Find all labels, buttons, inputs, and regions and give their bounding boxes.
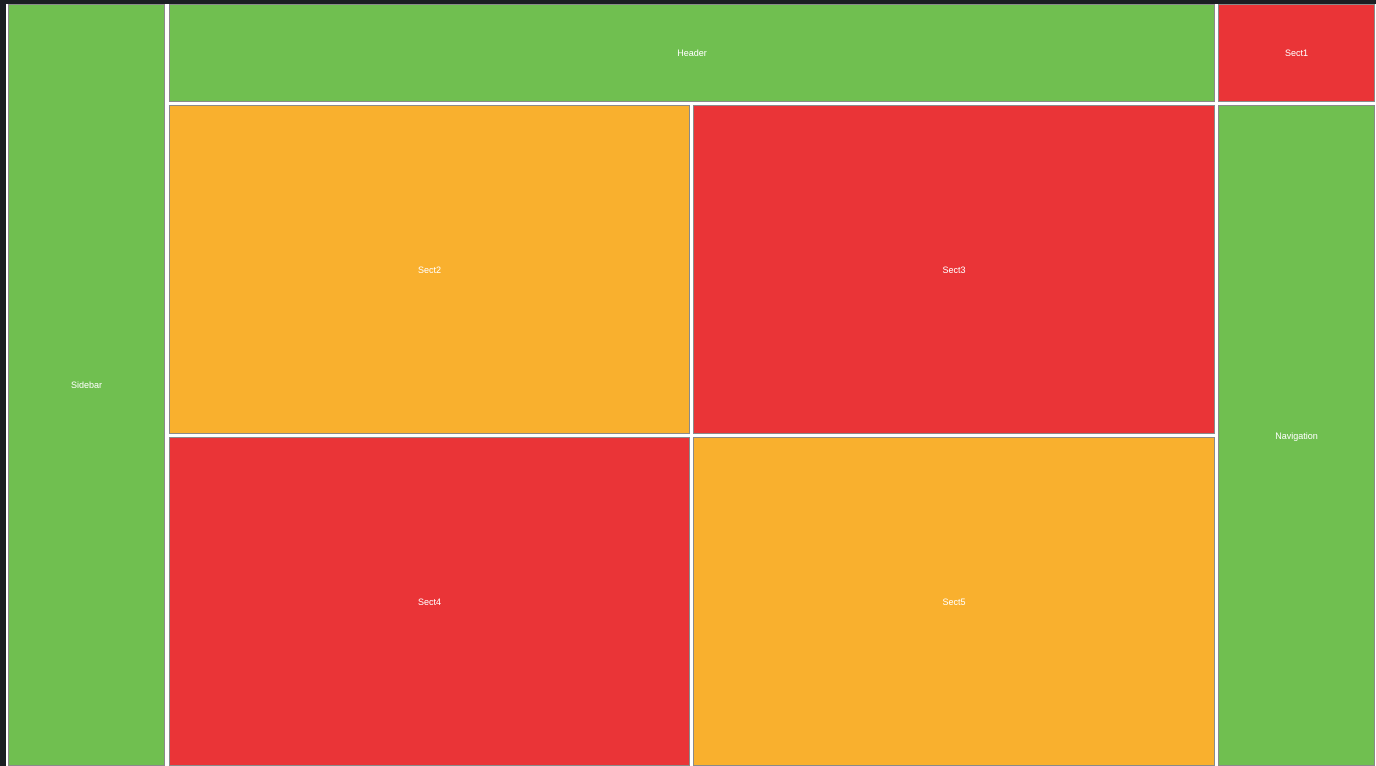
sect2-label: Sect2 <box>417 264 441 275</box>
sect1-label: Sect1 <box>1284 48 1308 58</box>
layout-grid: Sidebar Header Sect1 Sect2 Sect3 Navigat… <box>6 4 1376 766</box>
sect2-panel: Sect2 <box>169 105 690 434</box>
sidebar-panel: Sidebar <box>8 4 165 766</box>
sect3-panel: Sect3 <box>693 105 1215 434</box>
navigation-label: Navigation <box>1275 430 1318 441</box>
navigation-panel: Navigation <box>1218 105 1375 766</box>
sect4-panel: Sect4 <box>169 437 690 766</box>
header-panel: Header <box>169 4 1215 102</box>
header-label: Header <box>677 48 707 58</box>
sect3-label: Sect3 <box>942 264 966 275</box>
sect1-panel: Sect1 <box>1218 4 1375 102</box>
sect5-label: Sect5 <box>942 596 966 607</box>
sect5-panel: Sect5 <box>693 437 1215 766</box>
app-frame: Sidebar Header Sect1 Sect2 Sect3 Navigat… <box>0 0 1376 766</box>
sidebar-label: Sidebar <box>70 380 103 390</box>
sect4-label: Sect4 <box>417 596 441 607</box>
